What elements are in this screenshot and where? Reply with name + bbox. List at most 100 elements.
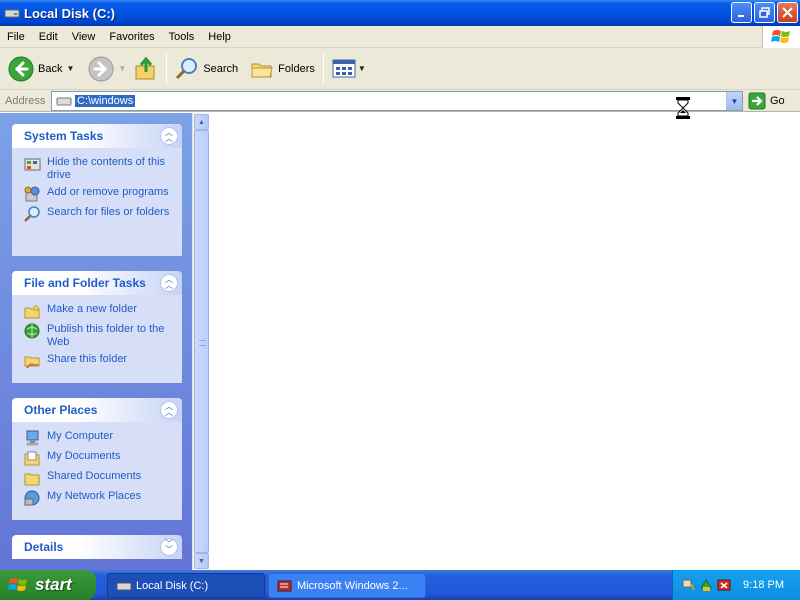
add-remove-programs-icon — [24, 186, 41, 202]
menu-view[interactable]: View — [65, 31, 103, 43]
taskbar: start Local Disk (C:) Microsoft Windows … — [0, 570, 800, 600]
shared-documents-icon — [24, 470, 41, 486]
search-button[interactable]: Search — [171, 51, 242, 87]
back-label: Back — [38, 62, 63, 75]
start-label: start — [35, 575, 72, 594]
other-places-panel: Other Places ︿ ︿ My Computer My Documents — [12, 398, 182, 520]
place-my-computer[interactable]: My Computer — [24, 430, 176, 446]
go-button[interactable]: Go — [748, 92, 785, 110]
place-my-documents[interactable]: My Documents — [24, 450, 176, 466]
task-publish-web[interactable]: Publish this folder to the Web — [24, 323, 176, 349]
task-new-folder[interactable]: Make a new folder — [24, 303, 176, 319]
address-input[interactable]: C:\windows ▼ — [51, 91, 743, 111]
place-shared-documents[interactable]: Shared Documents — [24, 470, 176, 486]
restore-button[interactable] — [754, 2, 775, 23]
minimize-button[interactable] — [731, 2, 752, 23]
windows-logo-icon — [8, 578, 27, 591]
publish-web-icon — [24, 323, 41, 339]
search-icon — [176, 57, 198, 79]
minimize-icon — [737, 14, 744, 17]
collapse-icon[interactable]: ︿ ︿ — [160, 274, 178, 292]
tray-security-icon[interactable] — [699, 578, 713, 592]
window-title: Local Disk (C:) — [24, 5, 116, 21]
restore-icon — [759, 7, 770, 18]
taskbar-button-label: Local Disk (C:) — [136, 579, 209, 592]
menu-help[interactable]: Help — [201, 31, 238, 43]
menu-edit[interactable]: Edit — [32, 31, 65, 43]
details-panel: Details ﹀ ﹀ — [12, 535, 182, 561]
back-dropdown-icon[interactable]: ▼ — [66, 64, 74, 73]
windows-logo-icon — [762, 26, 800, 48]
system-tasks-panel: System Tasks ︿ ︿ Hide the contents of thi… — [12, 124, 182, 256]
clock[interactable]: 9:18 PM — [743, 579, 784, 591]
hourglass-cursor-icon — [676, 97, 690, 119]
start-button[interactable]: start — [0, 570, 96, 600]
tray-network-icon[interactable] — [681, 578, 695, 592]
place-label: My Network Places — [47, 490, 142, 502]
taskbar-button-local-disk[interactable]: Local Disk (C:) — [107, 573, 265, 598]
task-pane: System Tasks ︿ ︿ Hide the contents of thi… — [0, 113, 192, 570]
address-dropdown-button[interactable]: ▼ — [726, 92, 742, 110]
menu-file[interactable]: File — [0, 31, 32, 43]
toolbar-separator — [166, 52, 168, 85]
address-value[interactable]: C:\windows — [75, 95, 136, 107]
title-bar[interactable]: Local Disk (C:) — [0, 0, 800, 26]
toolbar: Back ▼ ▼ Search Folders ▼ — [0, 48, 800, 90]
views-icon — [332, 59, 356, 77]
file-view-area[interactable] — [210, 113, 800, 570]
new-folder-icon — [24, 303, 41, 319]
my-computer-icon — [24, 430, 41, 446]
views-button[interactable]: ▼ — [328, 51, 370, 87]
go-arrow-icon — [748, 92, 766, 110]
system-tasks-title: System Tasks — [24, 129, 104, 143]
task-hide-contents[interactable]: Hide the contents of this drive — [24, 156, 176, 182]
up-button[interactable] — [130, 51, 162, 87]
file-folder-tasks-title: File and Folder Tasks — [24, 276, 146, 290]
close-button[interactable] — [777, 2, 798, 23]
forward-button[interactable]: ▼ — [84, 51, 130, 87]
other-places-header[interactable]: Other Places ︿ ︿ — [12, 398, 182, 422]
details-header[interactable]: Details ﹀ ﹀ — [12, 535, 182, 559]
expand-icon[interactable]: ﹀ ﹀ — [160, 538, 178, 556]
close-icon — [782, 7, 793, 18]
file-folder-tasks-header[interactable]: File and Folder Tasks ︿ ︿ — [12, 271, 182, 295]
folders-button[interactable]: Folders — [246, 51, 319, 87]
scroll-thumb[interactable] — [194, 130, 209, 553]
taskbar-button-microsoft-windows[interactable]: Microsoft Windows 2... — [268, 573, 426, 598]
collapse-icon[interactable]: ︿ ︿ — [160, 127, 178, 145]
other-places-title: Other Places — [24, 403, 98, 417]
place-label: My Computer — [47, 430, 114, 442]
share-folder-icon — [24, 353, 41, 369]
menu-tools[interactable]: Tools — [162, 31, 202, 43]
place-label: Shared Documents — [47, 470, 142, 482]
my-documents-icon — [24, 450, 41, 466]
search-label: Search — [203, 62, 239, 75]
scroll-down-button[interactable]: ▼ — [194, 553, 209, 569]
drive-icon — [56, 97, 72, 106]
folders-label: Folders — [278, 62, 315, 75]
folder-up-icon — [135, 56, 155, 79]
place-network-places[interactable]: My Network Places — [24, 490, 176, 506]
network-places-icon — [24, 490, 41, 506]
forward-arrow-icon — [88, 56, 114, 81]
place-label: My Documents — [47, 450, 121, 462]
task-share-folder[interactable]: Share this folder — [24, 353, 176, 369]
collapse-icon[interactable]: ︿ ︿ — [160, 401, 178, 419]
task-pane-scrollbar[interactable]: ▲ ▼ — [192, 113, 209, 570]
task-label: Publish this folder to the Web — [47, 323, 165, 348]
task-search-files[interactable]: Search for files or folders — [24, 206, 176, 222]
back-button[interactable]: Back ▼ — [4, 51, 78, 87]
menu-favorites[interactable]: Favorites — [102, 31, 161, 43]
tray-alert-icon[interactable] — [717, 578, 731, 592]
task-add-remove-programs[interactable]: Add or remove programs — [24, 186, 176, 202]
system-tasks-header[interactable]: System Tasks ︿ ︿ — [12, 124, 182, 148]
folders-icon — [251, 63, 273, 77]
views-dropdown-icon[interactable]: ▼ — [358, 64, 366, 73]
grip-icon — [199, 340, 206, 346]
search-icon — [24, 206, 41, 222]
back-arrow-icon — [8, 56, 34, 81]
scroll-up-button[interactable]: ▲ — [194, 114, 209, 130]
task-label: Add or remove programs — [47, 186, 169, 198]
drive-icon — [4, 9, 20, 18]
forward-dropdown-icon[interactable]: ▼ — [118, 64, 126, 73]
